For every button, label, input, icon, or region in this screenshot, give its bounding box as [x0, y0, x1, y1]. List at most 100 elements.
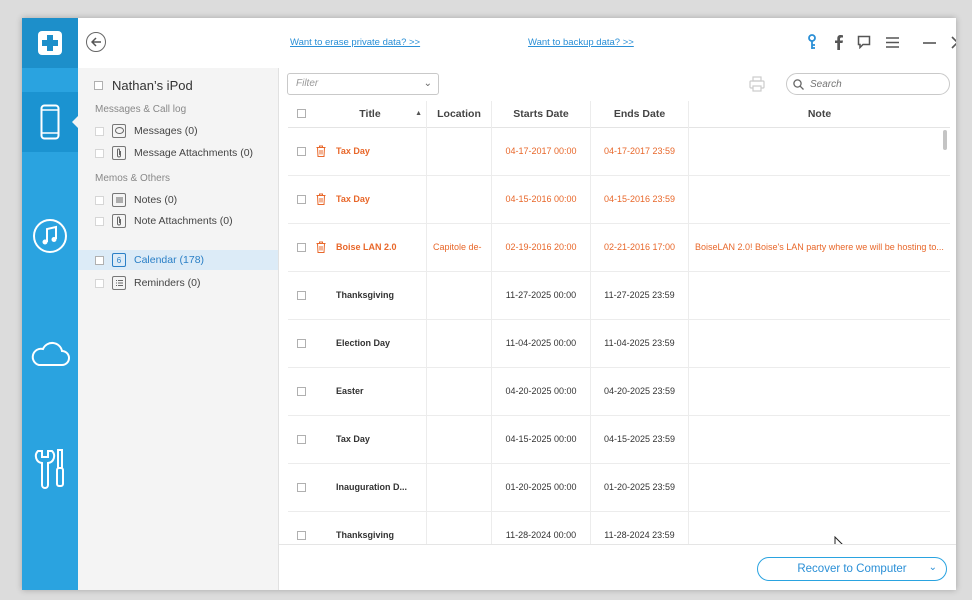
sidebar-item-messages[interactable]: Messages (0): [78, 121, 278, 141]
cell-title: Tax Day: [314, 127, 427, 175]
cell-note: [689, 319, 950, 367]
table-row[interactable]: Tax Day 04-15-2025 00:00 04-15-2025 23:59: [288, 415, 950, 464]
messages-icon: [112, 124, 126, 138]
select-all-checkbox[interactable]: [296, 109, 306, 118]
rail-device-button[interactable]: [22, 92, 78, 152]
rail-tools-button[interactable]: [22, 438, 78, 498]
row-checkbox[interactable]: [297, 531, 306, 540]
column-header-note[interactable]: Note: [689, 101, 950, 127]
checkbox[interactable]: [95, 126, 104, 136]
device-row[interactable]: Nathan’s iPod: [94, 78, 193, 93]
event-start-date: 11-04-2025 00:00: [505, 338, 577, 348]
cell-title: Thanksgiving: [314, 271, 427, 319]
sidebar-item-notes[interactable]: Notes (0): [78, 190, 278, 210]
erase-data-link[interactable]: Want to erase private data? >>: [290, 37, 420, 48]
footer-bar: Recover to Computer ⌄: [279, 544, 956, 590]
cell-location: [427, 463, 492, 511]
table-row[interactable]: Election Day 11-04-2025 00:00 11-04-2025 2…: [288, 319, 950, 368]
column-header-starts-date[interactable]: Starts Date: [492, 101, 591, 127]
cell-end-date: 04-15-2025 23:59: [591, 415, 689, 463]
back-button[interactable]: [86, 32, 106, 52]
feedback-icon[interactable]: [856, 34, 872, 50]
device-name: Nathan’s iPod: [112, 78, 193, 93]
trash-icon: [316, 193, 326, 205]
cell-end-date: 02-21-2016 17:00: [591, 223, 689, 271]
row-select-cell: [288, 367, 314, 415]
row-select-cell: [288, 319, 314, 367]
row-select-cell: [288, 415, 314, 463]
menu-icon[interactable]: [884, 34, 900, 50]
cell-location: [427, 127, 492, 175]
cell-note: [689, 463, 950, 511]
checkbox[interactable]: [95, 148, 104, 158]
event-end-date: 04-17-2017 23:59: [603, 146, 676, 156]
table-row[interactable]: Thanksgiving 11-27-2025 00:00 11-27-2025 2…: [288, 271, 950, 320]
sidebar-item-reminders[interactable]: Reminders (0): [78, 273, 278, 293]
cell-location: [427, 319, 492, 367]
row-checkbox[interactable]: [297, 483, 306, 492]
sidebar-item-label: Messages (0): [134, 125, 198, 137]
row-checkbox[interactable]: [297, 435, 306, 444]
cell-title: Election Day: [314, 319, 427, 367]
column-header-location[interactable]: Location: [427, 101, 492, 127]
checkbox[interactable]: [95, 278, 104, 288]
cell-start-date: 11-04-2025 00:00: [492, 319, 591, 367]
table-row[interactable]: Boise LAN 2.0 Capitole de- 02-19-2016 20:0…: [288, 223, 950, 272]
cell-start-date: 11-27-2025 00:00: [492, 271, 591, 319]
close-icon[interactable]: [949, 34, 956, 50]
column-header-title[interactable]: Title ▲: [314, 101, 427, 127]
table-row[interactable]: Thanksgiving 11-28-2024 00:00 11-28-2024 2…: [288, 511, 950, 544]
attachment-icon: [112, 146, 126, 160]
sidebar-item-calendar[interactable]: 6 Calendar (178): [78, 250, 278, 270]
facebook-icon[interactable]: [830, 34, 846, 50]
search-box[interactable]: [786, 73, 950, 95]
logo-plus-icon: [38, 31, 62, 55]
row-checkbox[interactable]: [297, 387, 306, 396]
checkbox[interactable]: [95, 216, 104, 226]
main-panel: Filter ⌄ Title ▲: [279, 68, 956, 590]
table-row[interactable]: Easter 04-20-2025 00:00 04-20-2025 23:59: [288, 367, 950, 416]
sidebar-item-label: Calendar (178): [134, 254, 205, 266]
sidebar-item-label: Reminders (0): [134, 277, 201, 289]
event-end-date: 11-28-2024 23:59: [604, 530, 675, 540]
table-row[interactable]: Tax Day 04-17-2017 00:00 04-17-2017 23:59: [288, 127, 950, 176]
sidebar-item-label: Notes (0): [134, 194, 178, 206]
filter-dropdown[interactable]: Filter ⌄: [287, 73, 439, 95]
row-checkbox[interactable]: [297, 147, 306, 156]
minimize-icon[interactable]: [921, 34, 937, 50]
vertical-scrollbar[interactable]: [943, 130, 947, 150]
backup-data-link[interactable]: Want to backup data? >>: [528, 37, 634, 48]
cell-end-date: 04-15-2016 23:59: [591, 175, 689, 223]
row-checkbox[interactable]: [297, 339, 306, 348]
cell-location: [427, 511, 492, 544]
event-end-date: 01-20-2025 23:59: [603, 482, 676, 492]
event-start-date: 04-20-2025 00:00: [505, 386, 577, 396]
row-select-cell: [288, 175, 314, 223]
notes-icon: [112, 193, 126, 207]
event-end-date: 11-04-2025 23:59: [604, 338, 675, 348]
device-checkbox[interactable]: [94, 81, 103, 90]
cell-start-date: 04-20-2025 00:00: [492, 367, 591, 415]
search-input[interactable]: [808, 77, 942, 91]
event-title: Thanksgiving: [336, 530, 395, 540]
event-note: BoiseLAN 2.0! Boise's LAN party where we…: [695, 242, 944, 252]
row-checkbox[interactable]: [297, 243, 306, 252]
row-checkbox[interactable]: [297, 195, 306, 204]
printer-icon[interactable]: [749, 76, 765, 92]
checkbox[interactable]: [95, 195, 104, 205]
rail-icloud-button[interactable]: [22, 324, 78, 384]
checkbox[interactable]: [95, 255, 104, 265]
column-header-ends-date[interactable]: Ends Date: [591, 101, 689, 127]
event-end-date: 04-15-2016 23:59: [603, 194, 676, 204]
event-end-date: 04-15-2025 23:59: [603, 434, 676, 444]
table-row[interactable]: Inauguration D... 01-20-2025 00:00 01-20-2…: [288, 463, 950, 512]
row-checkbox[interactable]: [297, 291, 306, 300]
event-title: Tax Day: [336, 434, 370, 444]
nav-rail: [22, 18, 78, 590]
recover-to-computer-button[interactable]: Recover to Computer ⌄: [757, 557, 947, 581]
table-row[interactable]: Tax Day 04-15-2016 00:00 04-15-2016 23:59: [288, 175, 950, 224]
sidebar-item-note-attachments[interactable]: Note Attachments (0): [78, 211, 278, 231]
sidebar-item-message-attachments[interactable]: Message Attachments (0): [78, 143, 278, 163]
key-icon[interactable]: [804, 34, 820, 50]
rail-itunes-button[interactable]: [22, 206, 78, 266]
